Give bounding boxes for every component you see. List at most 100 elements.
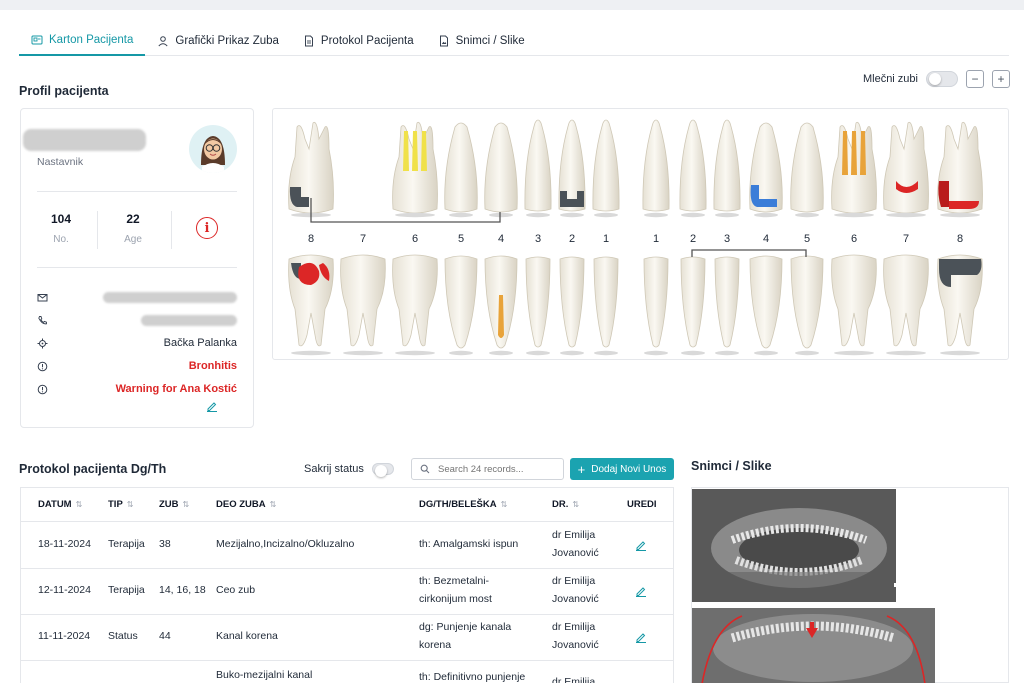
plus-icon: +: [577, 461, 586, 477]
xray-image-1[interactable]: [692, 489, 906, 602]
root-canal: [851, 131, 857, 175]
cell-dg-line2: cirkonijum most: [419, 593, 492, 605]
cell-dg-line2: korena: [419, 639, 452, 651]
root-canal: [860, 131, 866, 175]
tooth-number: 5: [458, 233, 464, 245]
upper-tooth: [883, 121, 929, 214]
tooth-shadow: [754, 350, 778, 356]
lower-tooth: [643, 256, 669, 348]
alert-circle-icon: [37, 361, 48, 371]
search-box[interactable]: [411, 458, 564, 480]
lower-tooth: [559, 256, 585, 348]
tooth-shadow: [715, 212, 739, 218]
tooth-shadow: [560, 350, 584, 356]
zoom-out-button[interactable]: −: [966, 70, 984, 88]
edit-pencil-icon[interactable]: [206, 400, 218, 412]
upper-tooth: [592, 119, 620, 212]
tooth-number: 3: [724, 233, 730, 245]
zoom-in-button[interactable]: +: [992, 70, 1010, 88]
alert-circle-icon: [37, 384, 48, 394]
root-canal: [403, 131, 409, 171]
sort-icon: ⇅: [182, 500, 190, 509]
tooth-number: 7: [360, 233, 366, 245]
root-canal: [842, 131, 848, 175]
tooth-shadow: [886, 350, 926, 356]
cell-zub: 44: [159, 630, 171, 642]
phone-row: [37, 312, 237, 328]
tooth-shadow: [681, 212, 705, 218]
add-entry-button[interactable]: + Dodaj Novi Unos: [570, 458, 674, 480]
info-icon[interactable]: i: [196, 217, 218, 239]
header-divider: [21, 521, 673, 522]
edit-pencil-icon[interactable]: [635, 539, 647, 551]
tooth-shadow: [395, 350, 435, 356]
column-header-datum[interactable]: DATUM ⇅: [38, 488, 82, 521]
tooth-shadow: [489, 350, 513, 356]
hide-status-toggle[interactable]: [371, 463, 394, 477]
tab-protokol-pacijenta[interactable]: Protokol Pacijenta: [291, 26, 426, 56]
tooth-number: 1: [653, 233, 659, 245]
column-header-zub[interactable]: ZUB ⇅: [159, 488, 189, 521]
column-header-dg-th-beleska[interactable]: DG/TH/BELEŠKA ⇅: [419, 488, 507, 521]
stat-age-value: 22: [126, 212, 140, 226]
location-row: Bačka Palanka: [37, 335, 237, 351]
cell-tip: Terapija: [108, 538, 145, 550]
profile-card: Nastavnik 104 No. 22 Age i Bačka Palanka…: [20, 108, 254, 428]
redacted-phone: [141, 314, 237, 326]
column-label: DATUM: [38, 499, 72, 510]
patient-city: Bačka Palanka: [163, 337, 237, 349]
milk-teeth-toggle[interactable]: [926, 71, 958, 87]
search-icon: [420, 464, 430, 474]
edit-pencil-icon[interactable]: [635, 631, 647, 643]
sort-icon: ⇅: [572, 500, 580, 509]
tooth-shadow: [594, 212, 618, 218]
cell-dr-line2: Jovanović: [552, 639, 599, 651]
tab-graficki-prikaz-zuba[interactable]: Grafički Prikaz Zuba: [145, 26, 291, 56]
root-canal: [421, 131, 427, 171]
avatar: [189, 125, 237, 173]
cell-deo-zuba: Mezijalno,Incizalno/Okluzalno: [216, 538, 355, 550]
lower-tooth: [340, 254, 386, 347]
upper-tooth: [484, 122, 518, 213]
email-row: [37, 289, 237, 305]
stat-divider: [171, 211, 172, 249]
row-divider: [21, 660, 673, 661]
lower-tooth: [790, 255, 824, 349]
mail-icon: [37, 293, 48, 301]
dental-chart: 8 7 6 5 4 3 2 1 1 2 3 4 5 6 7 8: [272, 108, 1009, 360]
cell-zub: 14, 16, 18: [159, 584, 206, 596]
xray-image-2[interactable]: [692, 608, 935, 683]
tooth-number: 3: [535, 233, 541, 245]
redacted-email: [103, 291, 237, 303]
search-input[interactable]: [438, 463, 558, 475]
tooth-shadow: [644, 350, 668, 356]
tooth-shadow: [526, 212, 550, 218]
tooth-number: 6: [851, 233, 857, 245]
images-title: Snimci / Slike: [691, 459, 772, 473]
column-header-dr[interactable]: DR. ⇅: [552, 488, 579, 521]
cell-datum: 18-11-2024: [38, 538, 91, 550]
tooth-number: 7: [903, 233, 909, 245]
column-header-tip[interactable]: TIP ⇅: [108, 488, 133, 521]
id-card-icon: [31, 35, 43, 45]
column-header-deo-zuba[interactable]: DEO ZUBA ⇅: [216, 488, 276, 521]
column-label: DR.: [552, 499, 569, 510]
cell-datum: 11-11-2024: [38, 630, 91, 642]
tooth-shadow: [681, 350, 705, 356]
lower-tooth: [883, 254, 929, 347]
sort-icon: ⇅: [269, 500, 277, 509]
root-canal: [412, 131, 418, 171]
tooth-shadow: [834, 212, 874, 218]
cell-dg-line1: th: Definitivno punjenje: [419, 671, 526, 683]
sort-icon: ⇅: [75, 500, 83, 509]
cell-tip: Status: [108, 630, 138, 642]
edit-pencil-icon[interactable]: [635, 585, 647, 597]
profile-divider: [37, 267, 237, 268]
root-canal: [498, 295, 504, 338]
tooth-shadow: [560, 212, 584, 218]
tab-snimci-slike[interactable]: Snimci / Slike: [426, 26, 537, 56]
stat-number: 104 No.: [41, 212, 81, 245]
column-label: DEO ZUBA: [216, 499, 266, 510]
tooth-number: 4: [498, 233, 504, 245]
tab-karton-pacijenta[interactable]: Karton Pacijenta: [19, 26, 146, 56]
